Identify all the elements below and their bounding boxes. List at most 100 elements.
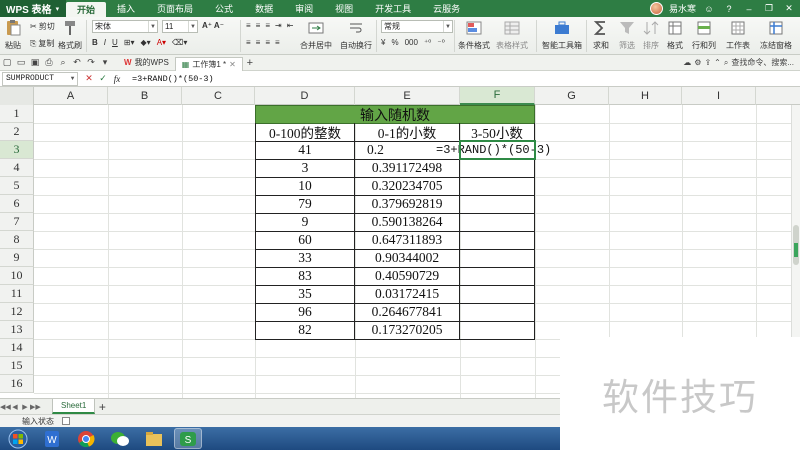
collapse-icon[interactable]: ⌃ — [714, 58, 721, 67]
cell-f12[interactable] — [460, 303, 535, 322]
redo-icon[interactable]: ↷ — [84, 57, 98, 69]
indent-icon[interactable]: ⇥ — [275, 21, 282, 30]
row-header-3[interactable]: 3 — [0, 141, 34, 159]
taskbar-file-explorer[interactable] — [140, 428, 168, 449]
font-name-select[interactable]: 宋体 ▼ — [92, 20, 158, 33]
cell-d10[interactable]: 83 — [255, 267, 355, 286]
cell-d6[interactable]: 79 — [255, 195, 355, 214]
cell-e10[interactable]: 0.40590729 — [355, 267, 460, 286]
merge-center-button[interactable]: 合并居中 — [300, 19, 332, 51]
cell-f5[interactable] — [460, 177, 535, 196]
taskbar-chrome[interactable] — [72, 428, 100, 449]
menu-tab-formulas[interactable]: 公式 — [204, 0, 244, 17]
settings-icon[interactable]: ⚙ — [694, 58, 701, 67]
menu-tab-view[interactable]: 视图 — [324, 0, 364, 17]
format-button[interactable]: 格式 — [666, 19, 684, 51]
save-icon[interactable]: ▣ — [28, 57, 42, 69]
cell-e13[interactable]: 0.173270205 — [355, 321, 460, 340]
number-format-select[interactable]: 常规 ▼ — [381, 20, 453, 33]
currency-icon[interactable]: ¥ — [381, 38, 385, 47]
cancel-edit-button[interactable]: ✕ — [82, 73, 96, 84]
sum-button[interactable]: 求和 — [592, 19, 610, 51]
cell-f11[interactable] — [460, 285, 535, 304]
worksheet-button[interactable]: 工作表 — [726, 19, 750, 51]
cell-f13[interactable] — [460, 321, 535, 340]
cell-e6[interactable]: 0.379692819 — [355, 195, 460, 214]
share-icon[interactable]: ⇪ — [704, 58, 711, 67]
column-header-h[interactable]: H — [609, 87, 682, 105]
new-tab-icon[interactable]: + — [243, 57, 257, 69]
cell-f8[interactable] — [460, 231, 535, 250]
row-header-7[interactable]: 7 — [0, 213, 34, 231]
cell-d5[interactable]: 10 — [255, 177, 355, 196]
menu-tab-review[interactable]: 审阅 — [284, 0, 324, 17]
row-header-5[interactable]: 5 — [0, 177, 34, 195]
align-top-icon[interactable]: ≡ — [246, 21, 251, 30]
outdent-icon[interactable]: ⇤ — [287, 21, 294, 30]
copy-button[interactable]: ⎘ 复制 — [30, 38, 54, 49]
skin-icon[interactable]: ☁ — [683, 58, 691, 67]
cell-e8[interactable]: 0.647311893 — [355, 231, 460, 250]
row-header-14[interactable]: 14 — [0, 339, 34, 357]
cell-e11[interactable]: 0.03172415 — [355, 285, 460, 304]
prev-sheet-icon[interactable]: ◀ — [10, 403, 20, 411]
cell-d8[interactable]: 60 — [255, 231, 355, 250]
format-painter-button[interactable]: 格式刷 — [58, 19, 82, 51]
row-header-12[interactable]: 12 — [0, 303, 34, 321]
row-header-9[interactable]: 9 — [0, 249, 34, 267]
row-header-13[interactable]: 13 — [0, 321, 34, 339]
column-header-c[interactable]: C — [182, 87, 255, 105]
sort-button[interactable]: 排序 — [642, 19, 660, 51]
underline-icon[interactable]: U — [112, 38, 118, 47]
row-header-6[interactable]: 6 — [0, 195, 34, 213]
cell-e12[interactable]: 0.264677841 — [355, 303, 460, 322]
column-header-e[interactable]: E — [355, 87, 460, 105]
column-header-b[interactable]: B — [108, 87, 182, 105]
paste-button[interactable]: 粘贴 — [4, 19, 22, 51]
freeze-panes-button[interactable]: 冻结窗格 — [760, 19, 792, 51]
column-header-i[interactable]: I — [682, 87, 756, 105]
menu-tab-cloud[interactable]: 云服务 — [422, 0, 471, 17]
last-sheet-icon[interactable]: ▶▶ — [30, 403, 41, 411]
cut-button[interactable]: ✂ 剪切 — [30, 21, 55, 32]
font-color-icon[interactable]: A▾ — [157, 38, 166, 47]
cell-f7[interactable] — [460, 213, 535, 232]
cell-d11[interactable]: 35 — [255, 285, 355, 304]
clear-format-icon[interactable]: ⌫▾ — [172, 38, 187, 47]
column-header-g[interactable]: G — [535, 87, 609, 105]
menu-tab-home[interactable]: 开始 — [66, 2, 107, 17]
font-size-select[interactable]: 11 ▼ — [162, 20, 198, 33]
user-name[interactable]: 易水寒 — [669, 2, 696, 15]
name-box[interactable]: SUMPRODUCT ▼ — [2, 71, 78, 86]
menu-tab-data[interactable]: 数据 — [244, 0, 284, 17]
smart-toolbox-button[interactable]: 智能工具箱 — [542, 19, 582, 51]
active-cell-f3[interactable] — [459, 140, 536, 160]
cell-d9[interactable]: 33 — [255, 249, 355, 268]
add-sheet-button[interactable]: + — [95, 400, 109, 414]
conditional-format-button[interactable]: 条件格式 — [458, 19, 490, 51]
skin-icon[interactable]: ☺ — [702, 3, 716, 15]
column-header-f[interactable]: F — [460, 87, 535, 105]
row-header-11[interactable]: 11 — [0, 285, 34, 303]
tab-my-wps[interactable]: W 我的WPS — [118, 56, 175, 70]
cell-e7[interactable]: 0.590138264 — [355, 213, 460, 232]
tab-workbook[interactable]: ▦ 工作簿1 * ✕ — [174, 56, 243, 71]
restore-icon[interactable]: ❐ — [762, 3, 776, 15]
next-sheet-icon[interactable]: ▶ — [20, 403, 30, 411]
select-all-corner[interactable] — [0, 87, 34, 105]
cell-f9[interactable] — [460, 249, 535, 268]
row-header-1[interactable]: 1 — [0, 105, 34, 123]
bold-icon[interactable]: B — [92, 38, 98, 47]
row-header-10[interactable]: 10 — [0, 267, 34, 285]
menu-tab-page-layout[interactable]: 页面布局 — [146, 0, 204, 17]
filter-button[interactable]: 筛选 — [618, 19, 636, 51]
cell-d7[interactable]: 9 — [255, 213, 355, 232]
align-middle-icon[interactable]: ≡ — [256, 21, 261, 30]
column-header-d[interactable]: D — [255, 87, 355, 105]
cell-d3[interactable]: 41 — [255, 141, 355, 160]
row-header-4[interactable]: 4 — [0, 159, 34, 177]
percent-icon[interactable]: % — [391, 38, 398, 47]
justify-icon[interactable]: ≡ — [275, 38, 280, 47]
insert-function-button[interactable]: fx — [110, 74, 124, 84]
avatar[interactable] — [649, 2, 663, 15]
